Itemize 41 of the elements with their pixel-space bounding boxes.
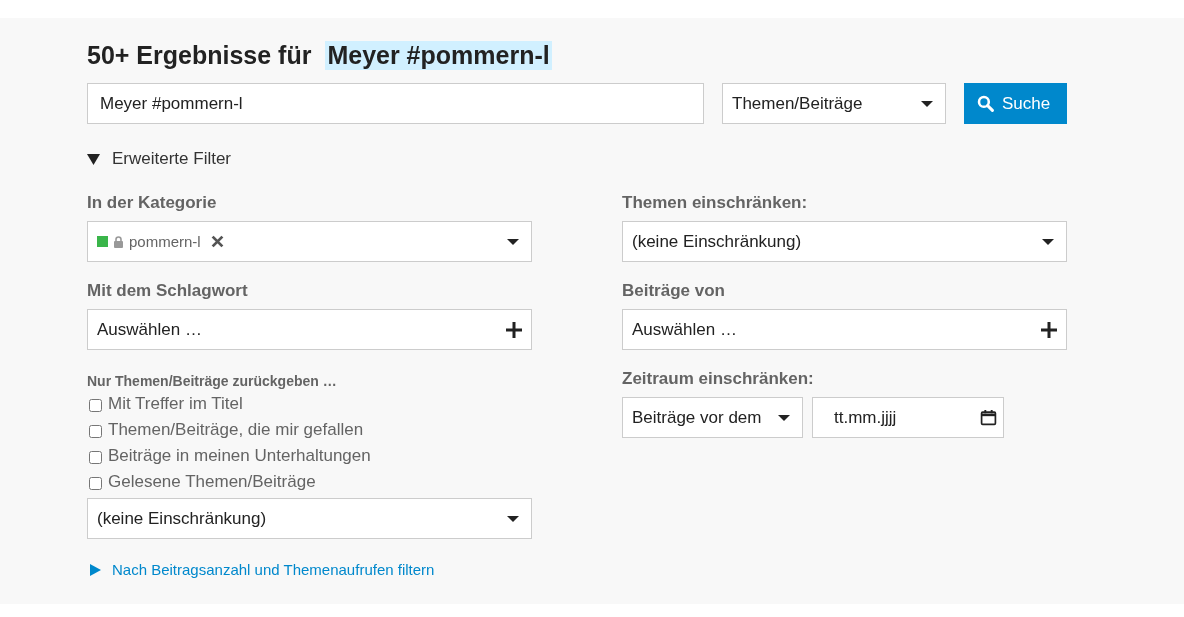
checkbox-label[interactable]: Themen/Beiträge, die mir gefallen [108,420,364,440]
caret-icon [507,515,519,522]
checkbox[interactable] [89,398,102,412]
checkbox-label[interactable]: Beiträge in meinen Unterhaltungen [108,446,371,466]
search-icon [977,95,994,112]
checkbox[interactable] [89,450,102,464]
advanced-filters-toggle[interactable]: Erweiterte Filter [87,149,232,169]
results-heading: 50+ Ergebnisse für [87,40,312,70]
caret-icon [507,238,519,245]
plus-icon [506,321,522,338]
calendar-icon [980,409,997,426]
field-label: Mit dem Schlagwort [87,281,249,301]
search-button[interactable]: Suche [964,83,1067,124]
count-filters-link[interactable]: Nach Beitragsanzahl und Themenaufrufen filtern [87,561,435,578]
section-label: Nur Themen/Beiträge zurückgeben … [87,373,338,389]
caret-icon [1042,238,1054,245]
query-highlight: Meyer #pommern-l [325,40,552,70]
checkbox-label[interactable]: Gelesene Themen/Beiträge [108,472,316,492]
tag-chooser[interactable]: Auswählen … [87,309,532,350]
scope-dropdown[interactable]: Themen/Beiträge [722,83,946,124]
date-field[interactable]: tt.mm.jjjj [812,397,1004,438]
field-label: Zeitraum einschränken: [622,369,815,389]
checkbox-label[interactable]: Mit Treffer im Titel [108,394,243,414]
field-label: In der Kategorie [87,193,218,213]
checkbox[interactable] [89,424,102,438]
close-icon[interactable] [210,235,224,248]
checkbox[interactable] [89,476,102,490]
restriction-dropdown[interactable]: (keine Einschränkung) [87,498,532,539]
category-dropdown[interactable]: pommern-l [87,221,532,262]
period-dropdown[interactable]: Beiträge vor dem [622,397,803,438]
category-tag: pommern-l [129,233,201,250]
plus-icon [1041,321,1057,338]
field-label: Themen einschränken: [622,193,809,213]
topics-dropdown[interactable]: (keine Einschränkung) [622,221,1067,262]
triangle-right-icon [90,563,101,576]
caret-icon [921,100,933,107]
user-chooser[interactable]: Auswählen … [622,309,1067,350]
field-label: Beiträge von [622,281,726,301]
triangle-down-icon [87,153,100,165]
caret-icon [778,414,790,421]
search-field[interactable]: Meyer #pommern-l [87,83,704,124]
